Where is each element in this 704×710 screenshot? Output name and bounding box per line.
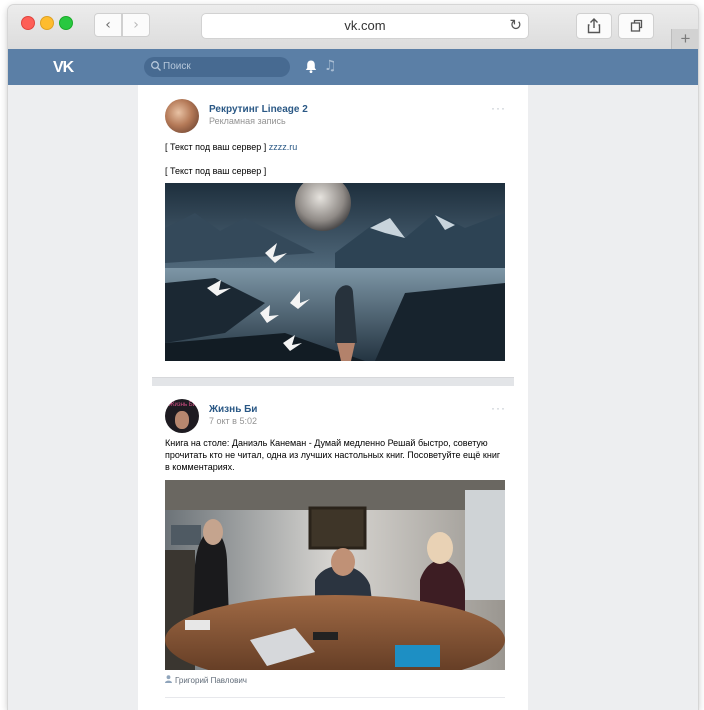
avatar-face: [175, 411, 189, 429]
user-icon: [165, 675, 172, 683]
search-input[interactable]: Поиск: [144, 57, 290, 77]
search-placeholder: Поиск: [163, 61, 191, 72]
post-author[interactable]: Рекрутинг Lineage 2: [209, 104, 308, 115]
chevron-right-icon: ›: [133, 17, 139, 33]
post-text-line: [ Текст под ваш сервер ] zzzz.ru: [165, 141, 505, 153]
post-link[interactable]: zzzz.ru: [269, 142, 298, 152]
feed-post: Рекрутинг Lineage 2 Рекламная запись ···…: [138, 85, 528, 375]
address-text: vk.com: [344, 18, 386, 33]
chevron-left-icon: ‹: [105, 17, 111, 33]
show-tabs-button[interactable]: [618, 13, 654, 39]
news-feed: Рекрутинг Lineage 2 Рекламная запись ···…: [138, 85, 528, 710]
post-date[interactable]: 7 окт в 5:02: [209, 416, 257, 426]
post-photo-image: [165, 480, 505, 670]
post-text: [ Текст под ваш сервер ]: [165, 142, 269, 152]
forward-button[interactable]: ›: [122, 13, 150, 37]
more-options-icon[interactable]: ···: [491, 101, 506, 115]
post-photo-image: [165, 183, 505, 361]
post-subtitle: Рекламная запись: [209, 116, 286, 126]
feed-post: Жизнь Би Жизнь Би 7 окт в 5:02 ··· Книга…: [138, 385, 528, 710]
tabs-icon: [630, 19, 643, 32]
post-author[interactable]: Жизнь Би: [209, 404, 257, 415]
post-text: [ Текст под ваш сервер ]: [165, 166, 267, 176]
post-photo[interactable]: [165, 183, 505, 361]
vk-logo[interactable]: VK: [53, 59, 74, 77]
browser-window: ‹ › vk.com ↻ + VK Поиск ♫ Рекрутинг Line…: [8, 5, 698, 710]
photo-caption-name: Григорий Павлович: [175, 676, 247, 685]
post-text: Книга на столе: Даниэль Канеман - Думай …: [165, 438, 501, 472]
minimize-window-button[interactable]: [40, 16, 54, 30]
photo-caption[interactable]: Григорий Павлович: [165, 675, 247, 685]
post-photo[interactable]: [165, 480, 505, 670]
more-options-icon[interactable]: ···: [491, 401, 506, 415]
avatar[interactable]: Жизнь Би: [165, 399, 199, 433]
music-icon[interactable]: ♫: [324, 58, 337, 74]
search-icon: [151, 61, 161, 71]
reload-icon[interactable]: ↻: [509, 16, 522, 34]
new-tab-button[interactable]: +: [671, 29, 698, 49]
address-bar[interactable]: vk.com ↻: [201, 13, 529, 39]
post-divider: [165, 697, 505, 698]
bell-icon[interactable]: [304, 59, 318, 74]
avatar[interactable]: [165, 99, 199, 133]
avatar-text: Жизнь Би: [169, 402, 197, 408]
share-button[interactable]: [576, 13, 612, 39]
vk-header: VK Поиск ♫: [8, 49, 698, 85]
plus-icon: +: [680, 29, 691, 48]
zoom-window-button[interactable]: [59, 16, 73, 30]
browser-titlebar: ‹ › vk.com ↻ +: [8, 5, 698, 50]
close-window-button[interactable]: [21, 16, 35, 30]
back-button[interactable]: ‹: [94, 13, 122, 37]
share-icon: [587, 18, 601, 34]
